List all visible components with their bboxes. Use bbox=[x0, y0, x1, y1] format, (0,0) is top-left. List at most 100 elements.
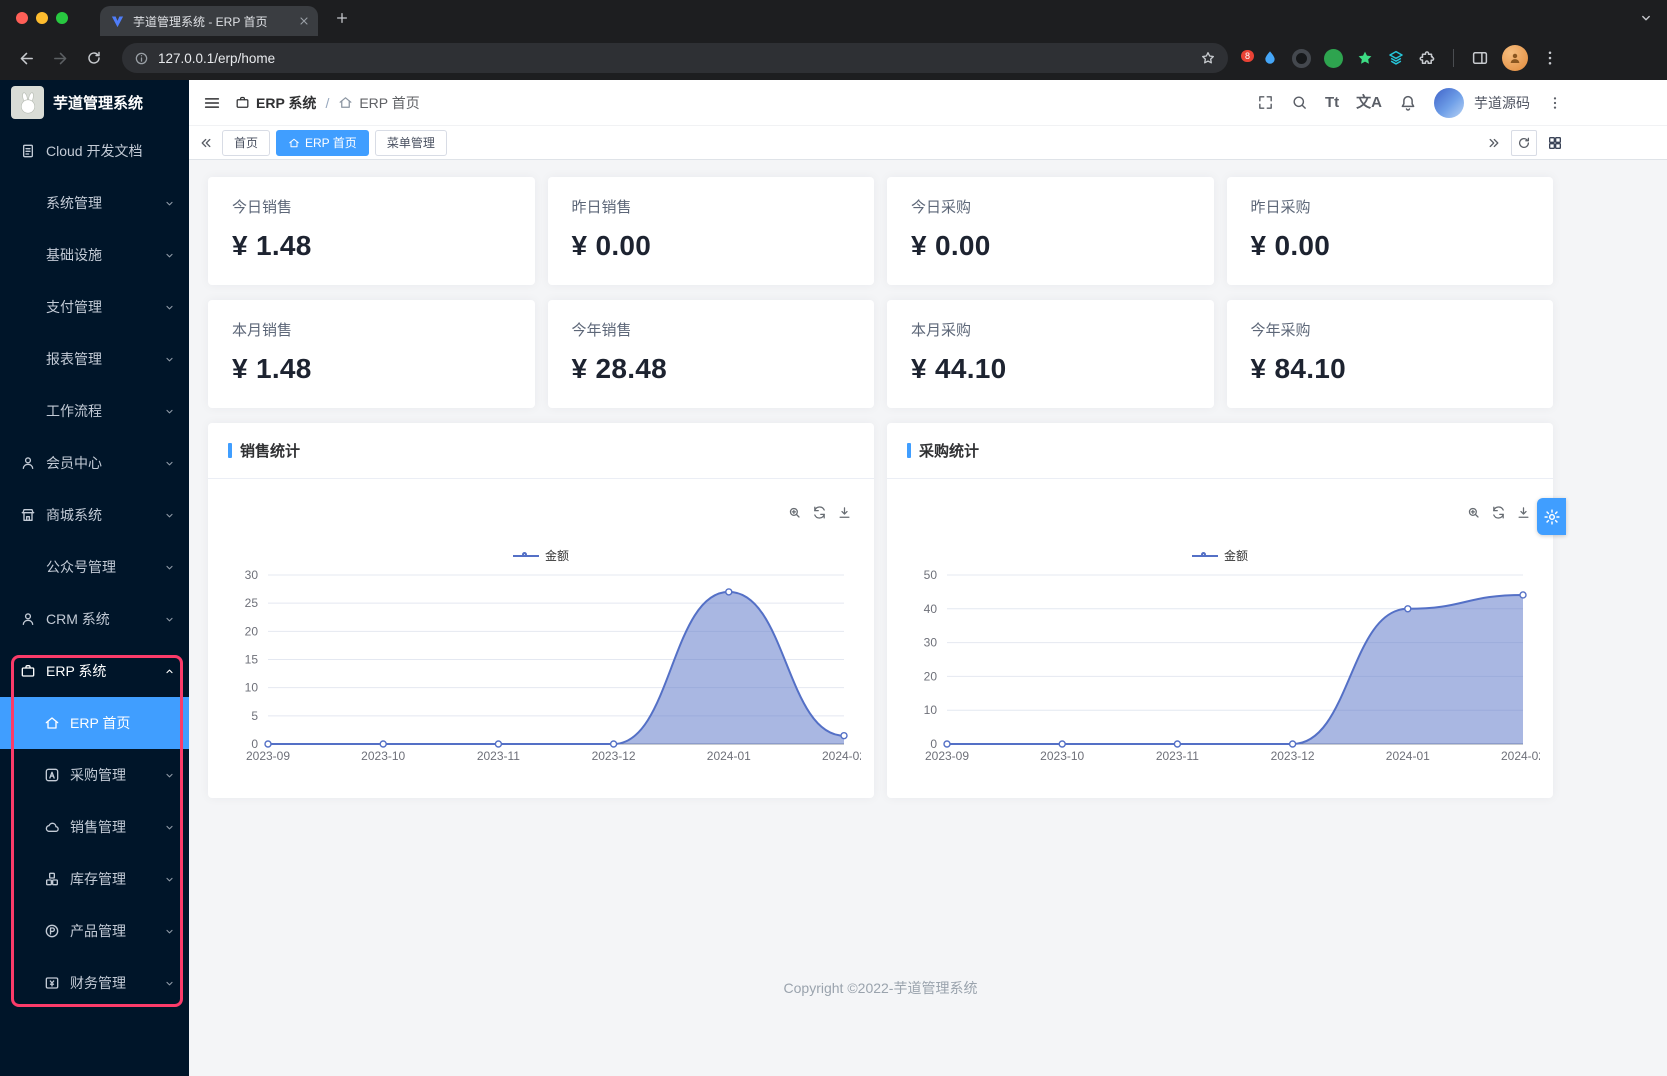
star-icon bbox=[1356, 49, 1374, 67]
tab-erp-home[interactable]: ERP 首页 bbox=[276, 130, 369, 156]
browser-tab-title: 芋道管理系统 - ERP 首页 bbox=[133, 13, 290, 30]
breadcrumb-root[interactable]: ERP 系统 bbox=[256, 93, 316, 113]
submenu-item-finance[interactable]: 财务管理 bbox=[0, 957, 189, 1009]
svg-text:20: 20 bbox=[245, 624, 259, 638]
layout-grid-icon[interactable] bbox=[1547, 135, 1563, 151]
toolbox-restore-icon[interactable] bbox=[1491, 505, 1506, 520]
font-size-button[interactable]: Tt bbox=[1325, 95, 1339, 110]
toolbox-zoom-icon[interactable] bbox=[1466, 505, 1481, 520]
sidebar-item-mall[interactable]: 商城系统 bbox=[0, 489, 189, 541]
extension-icon-3[interactable] bbox=[1292, 49, 1311, 68]
submenu-item-stock[interactable]: 库存管理 bbox=[0, 853, 189, 905]
site-info-icon[interactable] bbox=[134, 51, 149, 66]
submenu-item-label: 财务管理 bbox=[70, 973, 164, 993]
tab-search-chevron-icon[interactable] bbox=[1639, 9, 1653, 27]
letter-p-icon bbox=[44, 923, 60, 939]
sidebar-item-crm[interactable]: CRM 系统 bbox=[0, 593, 189, 645]
tab-menu-management[interactable]: 菜单管理 bbox=[375, 130, 447, 156]
window-close-button[interactable] bbox=[16, 12, 28, 24]
chevron-down-icon bbox=[164, 926, 175, 937]
address-bar[interactable]: 127.0.0.1/erp/home bbox=[122, 43, 1228, 73]
stat-label: 昨日销售 bbox=[572, 196, 851, 217]
svg-text:20: 20 bbox=[924, 669, 938, 683]
sidebar-item-member[interactable]: 会员中心 bbox=[0, 437, 189, 489]
sales-chart-legend[interactable]: 金额 bbox=[208, 547, 874, 564]
submenu-item-purchase[interactable]: 采购管理 bbox=[0, 749, 189, 801]
scroll-tabs-left-icon[interactable] bbox=[199, 136, 213, 150]
notification-bell-icon[interactable] bbox=[1399, 94, 1417, 112]
search-icon[interactable] bbox=[1291, 94, 1308, 111]
submenu-item-label: ERP 首页 bbox=[70, 713, 175, 733]
sidebar-item-erp[interactable]: ERP 系统 bbox=[0, 645, 189, 697]
more-options-icon[interactable] bbox=[1547, 95, 1563, 111]
sidebar-item-workflow[interactable]: 工作流程 bbox=[0, 385, 189, 437]
extension-icon-6[interactable] bbox=[1387, 49, 1405, 67]
submenu-item-product[interactable]: 产品管理 bbox=[0, 905, 189, 957]
hamburger-menu-icon[interactable] bbox=[203, 94, 221, 112]
back-button[interactable] bbox=[10, 42, 42, 74]
browser-tab[interactable]: 芋道管理系统 - ERP 首页 bbox=[100, 6, 318, 36]
url-text[interactable]: 127.0.0.1/erp/home bbox=[158, 51, 1191, 66]
submenu-item-label: 销售管理 bbox=[70, 817, 164, 837]
window-zoom-button[interactable] bbox=[56, 12, 68, 24]
app-logo[interactable]: 芋道管理系统 bbox=[0, 80, 189, 125]
new-tab-button[interactable] bbox=[328, 4, 356, 32]
bookmark-star-icon[interactable] bbox=[1200, 50, 1216, 66]
sidebar-item-system[interactable]: 系统管理 bbox=[0, 177, 189, 229]
translate-button[interactable]: 文A bbox=[1356, 95, 1382, 110]
user-avatar[interactable] bbox=[1434, 88, 1464, 118]
stat-value: ¥ 1.48 bbox=[232, 230, 511, 262]
reload-button[interactable] bbox=[78, 42, 110, 74]
sidebar-item-payment[interactable]: 支付管理 bbox=[0, 281, 189, 333]
browser-menu-button[interactable] bbox=[1541, 49, 1559, 67]
home-icon bbox=[338, 95, 353, 110]
tab-home[interactable]: 首页 bbox=[222, 130, 270, 156]
submenu-item-erp-home[interactable]: ERP 首页 bbox=[0, 697, 189, 749]
side-panel-button[interactable] bbox=[1471, 49, 1489, 67]
tab-close-icon[interactable] bbox=[298, 15, 310, 27]
scroll-tabs-right-icon[interactable] bbox=[1487, 136, 1501, 150]
toolbox-restore-icon[interactable] bbox=[812, 505, 827, 520]
header-actions: Tt 文A 芋道源码 bbox=[1257, 88, 1563, 118]
submenu-item-sales[interactable]: 销售管理 bbox=[0, 801, 189, 853]
chevron-down-icon bbox=[164, 354, 175, 365]
forward-button[interactable] bbox=[44, 42, 76, 74]
card-header: 销售统计 bbox=[208, 423, 874, 479]
refresh-tab-button[interactable] bbox=[1511, 130, 1537, 156]
stat-value: ¥ 0.00 bbox=[572, 230, 851, 262]
svg-text:50: 50 bbox=[924, 568, 938, 582]
extension-badge: 8 bbox=[1241, 50, 1254, 62]
username[interactable]: 芋道源码 bbox=[1474, 93, 1530, 113]
sidebar-item-cloud-docs[interactable]: Cloud 开发文档 bbox=[0, 125, 189, 177]
extension-icon-5[interactable] bbox=[1356, 49, 1374, 67]
extension-icon-4[interactable] bbox=[1324, 49, 1343, 68]
main-content: 今日销售 ¥ 1.48 昨日销售 ¥ 0.00 今日采购 ¥ 0.00 昨日采购… bbox=[189, 160, 1667, 1076]
purchase-chart-legend[interactable]: 金额 bbox=[887, 547, 1553, 564]
extensions-menu-button[interactable] bbox=[1418, 49, 1436, 67]
sidebar-item-official-account[interactable]: 公众号管理 bbox=[0, 541, 189, 593]
sidebar-item-label: CRM 系统 bbox=[46, 609, 164, 629]
svg-text:2023-09: 2023-09 bbox=[925, 749, 969, 763]
stat-value: ¥ 0.00 bbox=[911, 230, 1190, 262]
svg-text:10: 10 bbox=[245, 681, 259, 695]
forward-arrow-icon bbox=[52, 50, 69, 67]
user-icon bbox=[20, 611, 36, 627]
toolbox-zoom-icon[interactable] bbox=[787, 505, 802, 520]
toolbox-download-icon[interactable] bbox=[837, 505, 852, 520]
window-minimize-button[interactable] bbox=[36, 12, 48, 24]
sales-chart-title: 销售统计 bbox=[240, 440, 300, 461]
legend-label: 金额 bbox=[1224, 547, 1248, 564]
briefcase-icon bbox=[20, 663, 36, 679]
sidebar-item-report[interactable]: 报表管理 bbox=[0, 333, 189, 385]
breadcrumb-current: ERP 首页 bbox=[359, 93, 419, 113]
toolbox-download-icon[interactable] bbox=[1516, 505, 1531, 520]
sidebar-item-infrastructure[interactable]: 基础设施 bbox=[0, 229, 189, 281]
stat-value: ¥ 28.48 bbox=[572, 353, 851, 385]
reload-icon bbox=[86, 50, 102, 66]
fullscreen-icon[interactable] bbox=[1257, 94, 1274, 111]
stat-value: ¥ 44.10 bbox=[911, 353, 1190, 385]
browser-profile-avatar[interactable] bbox=[1502, 45, 1528, 71]
theme-settings-button[interactable] bbox=[1537, 498, 1566, 535]
extension-icon-2[interactable] bbox=[1261, 49, 1279, 67]
briefcase-icon bbox=[235, 95, 250, 110]
